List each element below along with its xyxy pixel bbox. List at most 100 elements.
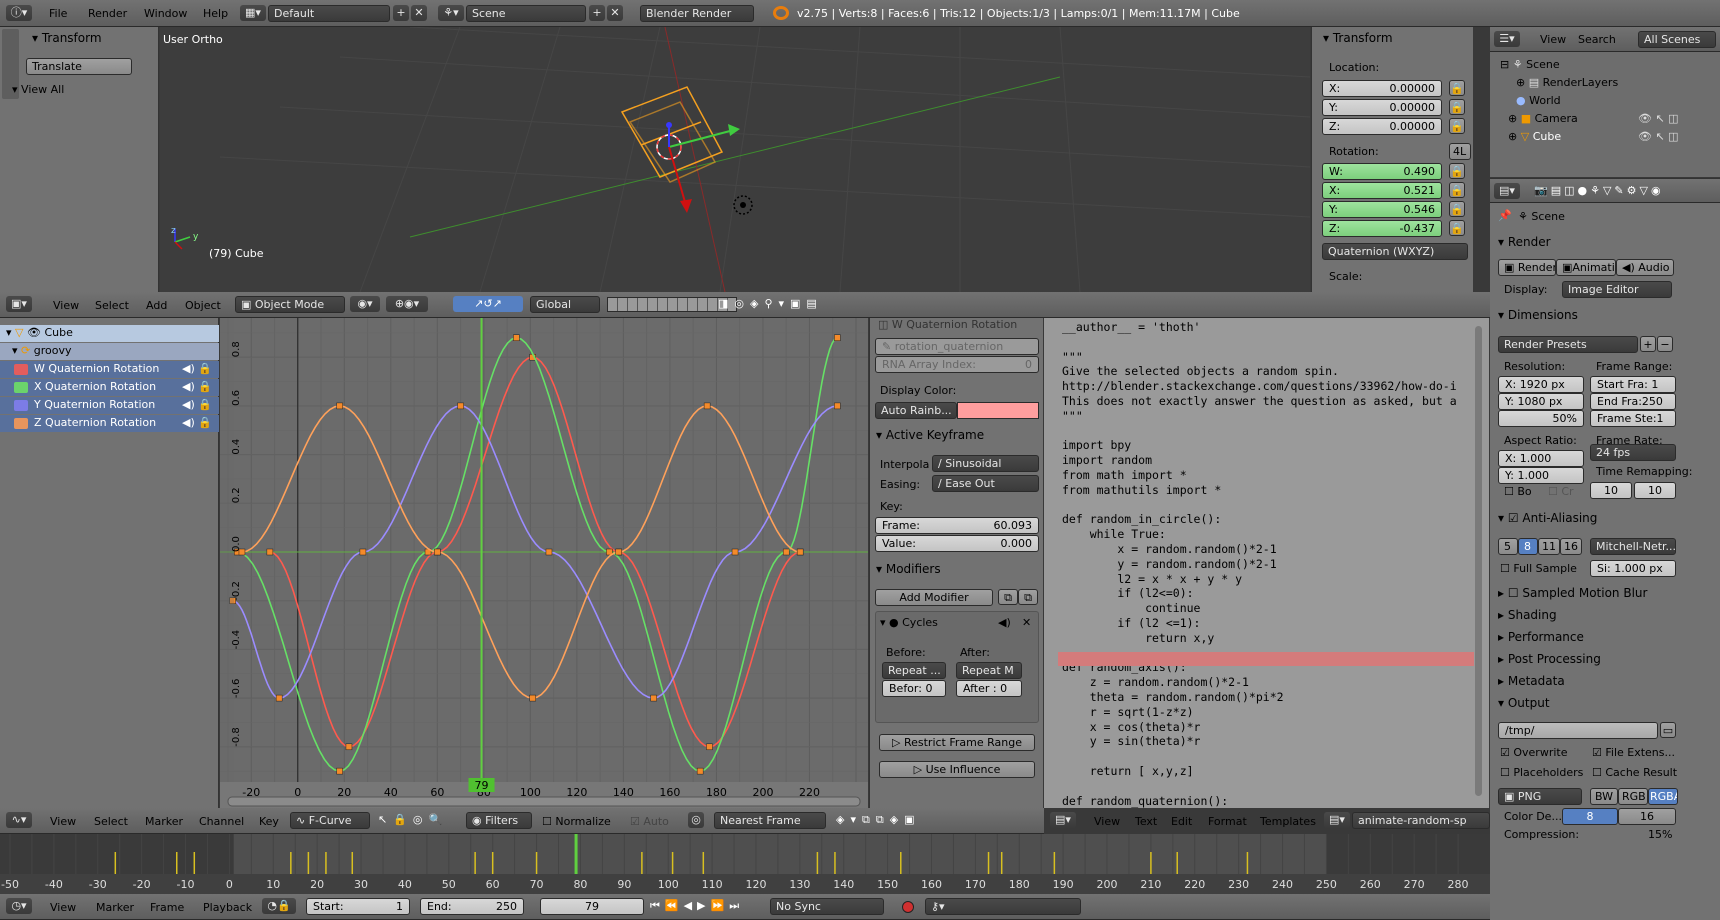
auto-checkbox[interactable]: ☑ Auto [630, 815, 669, 829]
output-path-field[interactable]: /tmp/ [1498, 722, 1658, 739]
frame-step-field[interactable]: Frame Ste:1 [1590, 410, 1676, 427]
code-line[interactable]: l2 = x * x + y * y [1062, 572, 1457, 587]
color-bw-button[interactable]: BW [1590, 788, 1618, 805]
compression-value[interactable]: 15% [1648, 828, 1672, 842]
view-all-panel[interactable]: ▾ View All [12, 83, 64, 97]
cache-result-checkbox[interactable]: ☐ Cache Result [1592, 766, 1677, 780]
aa-samples-11[interactable]: 11 [1538, 538, 1560, 555]
code-line[interactable]: if (l2<=0): [1062, 586, 1457, 601]
location-x-field[interactable]: X: 0.00000 [1322, 80, 1442, 97]
location-y-field[interactable]: Y: 0.00000 [1322, 99, 1442, 116]
viewport-menu-add[interactable]: Add [146, 299, 167, 313]
render-engine-select[interactable]: Blender Render [640, 5, 754, 22]
code-line[interactable] [1062, 335, 1457, 350]
remap-new-field[interactable]: 10 [1634, 482, 1676, 499]
color-rgb-button[interactable]: RGB [1618, 788, 1648, 805]
text-menu-text[interactable]: Text [1135, 815, 1157, 829]
paste-modifier-icon[interactable]: ⧉ [1018, 589, 1038, 605]
outliner-visibility-icons[interactable]: 👁 ↖ ◫ [1638, 112, 1679, 126]
outliner-renderlayers[interactable]: ⊕ ▤ RenderLayers [1516, 76, 1618, 90]
modifiers-title[interactable]: ▾ Modifiers [876, 562, 941, 576]
border-checkbox[interactable]: ☐ Bo [1498, 484, 1538, 501]
shading-panel[interactable]: ▸ Shading [1498, 608, 1557, 622]
aa-samples-8[interactable]: 8 [1518, 538, 1538, 555]
timeline-menu-playback[interactable]: Playback [203, 901, 252, 915]
fps-select[interactable]: 24 fps [1590, 444, 1676, 461]
metadata-panel[interactable]: ▸ Metadata [1498, 674, 1565, 688]
depth-8-button[interactable]: 8 [1562, 808, 1618, 825]
text-editor-icon[interactable]: ▤▾ [1050, 812, 1076, 828]
graph-menu-marker[interactable]: Marker [145, 815, 183, 829]
code-line[interactable]: r = sqrt(1-z*z) [1062, 705, 1457, 720]
easing-select[interactable]: ∕ Ease Out [932, 475, 1039, 492]
animation-button[interactable]: ▣Animatio [1556, 259, 1616, 276]
code-line[interactable]: from math import * [1062, 468, 1457, 483]
add-preset-icon[interactable]: + [1640, 336, 1656, 352]
lock-rotation-w-icon[interactable]: 🔒 [1449, 163, 1465, 179]
preview-range-icon[interactable]: ◔🔒 [262, 898, 296, 914]
n-transform-title[interactable]: ▾ Transform [1323, 31, 1393, 45]
filters-button[interactable]: ◉ Filters [466, 812, 532, 829]
normalize-checkbox[interactable]: ☐ Normalize [542, 815, 611, 829]
rna-array-index-field[interactable]: RNA Array Index: 0 [875, 356, 1039, 373]
graph-menu-channel[interactable]: Channel [199, 815, 244, 829]
key-frame-field[interactable]: Frame: 60.093 [875, 517, 1039, 534]
resolution-y-field[interactable]: Y: 1080 px [1498, 393, 1584, 410]
properties-editor-icon[interactable]: ▤▾ [1494, 183, 1520, 199]
after-mode-select[interactable]: Repeat M [956, 662, 1022, 679]
cycles-mute-icon[interactable]: ◀) [998, 616, 1011, 630]
outliner-editor-icon[interactable]: ☰▾ [1494, 31, 1520, 47]
code-line[interactable]: __author__ = 'thoth' [1062, 320, 1457, 335]
overwrite-checkbox[interactable]: ☑ Overwrite [1500, 746, 1567, 760]
pivot-icon[interactable]: ⊕◉▾ [386, 296, 428, 312]
aspect-x-field[interactable]: X: 1.000 [1498, 450, 1584, 467]
timeline-menu-frame[interactable]: Frame [150, 901, 184, 915]
graph-menu-key[interactable]: Key [259, 815, 279, 829]
outliner-scene[interactable]: ⊟ ⚘ Scene [1500, 58, 1560, 72]
rotation-z-field[interactable]: Z: -0.437 [1322, 220, 1442, 237]
code-line[interactable]: theta = random.random()*pi*2 [1062, 690, 1457, 705]
graph-editor[interactable]: 0.8 0.6 0.4 0.2 0.0 -0.2 -0.4 -0.6 -0.8 -20 0 20 40 6… [220, 318, 868, 808]
fcurve-graph[interactable]: 0.8 0.6 0.4 0.2 0.0 -0.2 -0.4 -0.6 -0.8 -20 0 20 40 6… [220, 318, 868, 808]
text-menu-edit[interactable]: Edit [1171, 815, 1192, 829]
translate-button[interactable]: Translate [26, 58, 132, 75]
code-line[interactable]: if (l2 <=1): [1062, 616, 1457, 631]
code-line[interactable]: continue [1062, 601, 1457, 616]
file-format-select[interactable]: ▣ PNG [1498, 788, 1582, 805]
pivot-center-icon[interactable]: ◎ [688, 812, 704, 828]
channel-y-quat[interactable]: Y Quaternion Rotation ◀) 🔒 [0, 397, 219, 414]
snap-select[interactable]: Nearest Frame [714, 812, 826, 829]
render-panel-title[interactable]: ▾ Render [1498, 235, 1551, 249]
audio-button[interactable]: ◀) Audio [1616, 259, 1674, 276]
render-presets-select[interactable]: Render Presets [1498, 336, 1638, 353]
timeline-menu-view[interactable]: View [50, 901, 76, 915]
interpolation-select[interactable]: ∕ Sinusoidal [932, 455, 1039, 472]
before-count-field[interactable]: Befor: 0 [882, 680, 946, 697]
scene-select[interactable]: Scene [466, 5, 586, 22]
aa-filter-select[interactable]: Mitchell-Netr... [1590, 538, 1676, 555]
channel-cube[interactable]: ▾ ▽ 👁 Cube [0, 325, 219, 342]
channel-w-quat[interactable]: W Quaternion Rotation ◀) 🔒 [0, 361, 219, 378]
remove-scene-icon[interactable]: ✕ [607, 5, 623, 21]
playback-controls[interactable]: ⏮⏪◀▶⏩⏭ [650, 899, 744, 913]
code-line[interactable]: def random_in_circle(): [1062, 512, 1457, 527]
text-datablock-name[interactable]: animate-random-sp [1352, 812, 1490, 829]
text-datablock-icon[interactable]: ▤▾ [1324, 812, 1350, 828]
viewport-tool-icons[interactable]: ◨◎◈⚲▾▣▤ [718, 297, 823, 311]
code-line[interactable]: def random_quaternion(): [1062, 794, 1457, 809]
menu-file[interactable]: File [49, 7, 67, 21]
lock-location-y-icon[interactable]: 🔒 [1449, 99, 1465, 115]
remove-preset-icon[interactable]: − [1657, 336, 1673, 352]
aa-samples-5[interactable]: 5 [1498, 538, 1518, 555]
transform-panel-title[interactable]: ▾ Transform [32, 31, 102, 45]
viewport-menu-view[interactable]: View [53, 299, 79, 313]
rotation-x-field[interactable]: X: 0.521 [1322, 182, 1442, 199]
channel-mute-icon[interactable]: ◀) 🔒 [182, 362, 212, 376]
channel-mute-icon[interactable]: ◀) 🔒 [182, 380, 212, 394]
graph-editor-icon[interactable]: ∿▾ [6, 812, 32, 828]
code-line[interactable] [1062, 424, 1457, 439]
outliner-cube[interactable]: ⊕ ▽ Cube [1508, 130, 1561, 144]
pin-icon[interactable]: 📌 [1498, 209, 1512, 223]
scene-icon[interactable]: ⚘▾ [438, 5, 464, 21]
performance-panel[interactable]: ▸ Performance [1498, 630, 1584, 644]
